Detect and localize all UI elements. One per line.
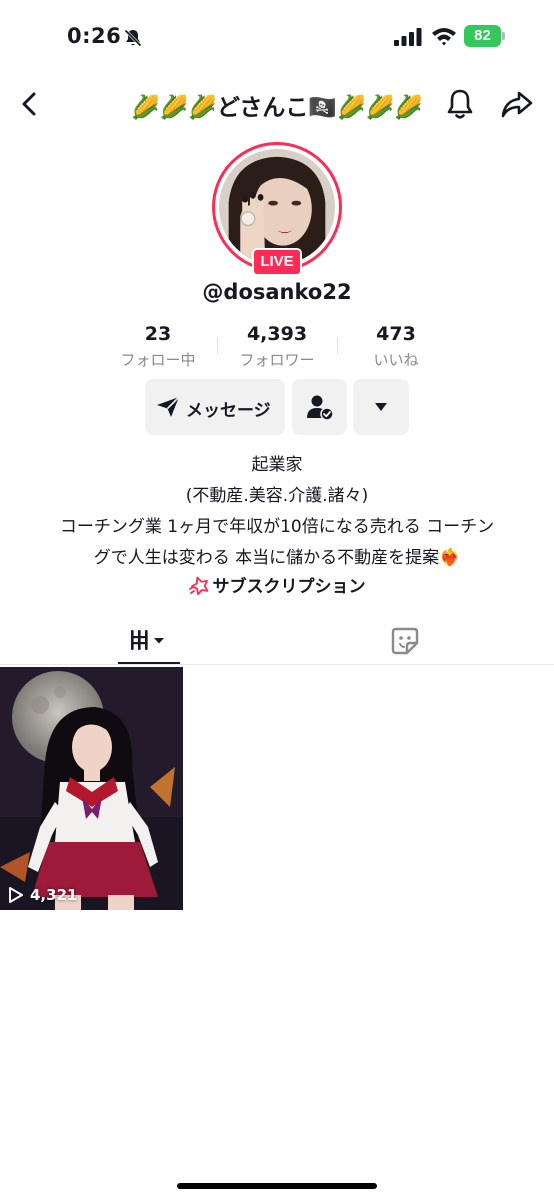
profile-nav-bar: 🌽🌽🌽どさんこ🏴‍☠️🌽🌽🌽 xyxy=(0,80,554,130)
back-arrow-icon[interactable] xyxy=(14,88,46,120)
user-check-icon xyxy=(307,395,334,421)
more-options-button[interactable] xyxy=(353,379,409,435)
status-bar: 0:26 82 xyxy=(0,0,554,70)
following-label: フォロー中 xyxy=(120,351,196,369)
wifi-icon xyxy=(432,28,456,46)
live-badge[interactable]: LIVE xyxy=(252,248,302,276)
video-view-count: 4,321 xyxy=(8,886,77,904)
likes-count: 473 xyxy=(376,323,416,345)
video-grid-icon xyxy=(131,630,164,650)
cellular-signal-icon xyxy=(394,28,422,46)
bio-line: コーチング業 1ヶ月で年収が10倍になる売れる コーチン xyxy=(59,517,495,537)
tab-videos[interactable] xyxy=(118,620,180,664)
message-button-label: メッセージ xyxy=(186,401,271,421)
home-indicator[interactable] xyxy=(177,1183,377,1189)
bio-line: グで人生は変わる 本当に儲かる不動産を提案❤️‍🔥 xyxy=(93,548,461,568)
likes-label: いいね xyxy=(373,351,419,369)
likes-stat[interactable]: 473 いいね xyxy=(346,323,446,370)
subscription-star-icon xyxy=(188,576,208,596)
username: @dosanko22 xyxy=(202,280,352,304)
followers-label: フォロワー xyxy=(239,351,315,369)
following-status-button[interactable] xyxy=(292,379,347,435)
profile-bio: 起業家 (不動産.美容.介護.諸々) コーチング業 1ヶ月で年収が10倍になる売… xyxy=(0,450,554,574)
status-time: 0:26 xyxy=(67,24,122,48)
battery-icon: 82 xyxy=(464,25,506,47)
sticker-icon[interactable] xyxy=(390,626,420,656)
video-thumbnail-image xyxy=(0,667,183,910)
view-count-text: 4,321 xyxy=(30,886,78,904)
video-thumbnail[interactable]: 4,321 xyxy=(0,667,183,910)
following-stat[interactable]: 23 フォロー中 xyxy=(108,323,208,370)
bio-line: (不動産.美容.介護.諸々) xyxy=(185,486,369,506)
content-tabs xyxy=(0,620,554,665)
stat-divider xyxy=(337,337,338,355)
subscription-link[interactable]: サブスクリプション xyxy=(0,572,554,597)
battery-level: 82 xyxy=(464,25,501,47)
followers-count: 4,393 xyxy=(246,323,308,345)
following-count: 23 xyxy=(144,323,172,345)
bio-line: 起業家 xyxy=(251,455,303,475)
followers-stat[interactable]: 4,393 フォロワー xyxy=(226,323,328,370)
share-arrow-icon[interactable] xyxy=(500,88,534,120)
message-button[interactable]: メッセージ xyxy=(145,379,285,435)
send-icon xyxy=(157,396,180,417)
notification-bell-icon[interactable] xyxy=(444,87,476,121)
subscription-label: サブスクリプション xyxy=(212,577,366,597)
caret-down-icon xyxy=(375,403,387,411)
play-icon xyxy=(9,887,23,903)
stat-divider xyxy=(217,337,218,355)
profile-stats: 23 フォロー中 4,393 フォロワー 473 いいね xyxy=(0,323,554,373)
bell-slash-icon xyxy=(123,28,143,48)
page-title: 🌽🌽🌽どさんこ🏴‍☠️🌽🌽🌽 xyxy=(131,95,423,121)
